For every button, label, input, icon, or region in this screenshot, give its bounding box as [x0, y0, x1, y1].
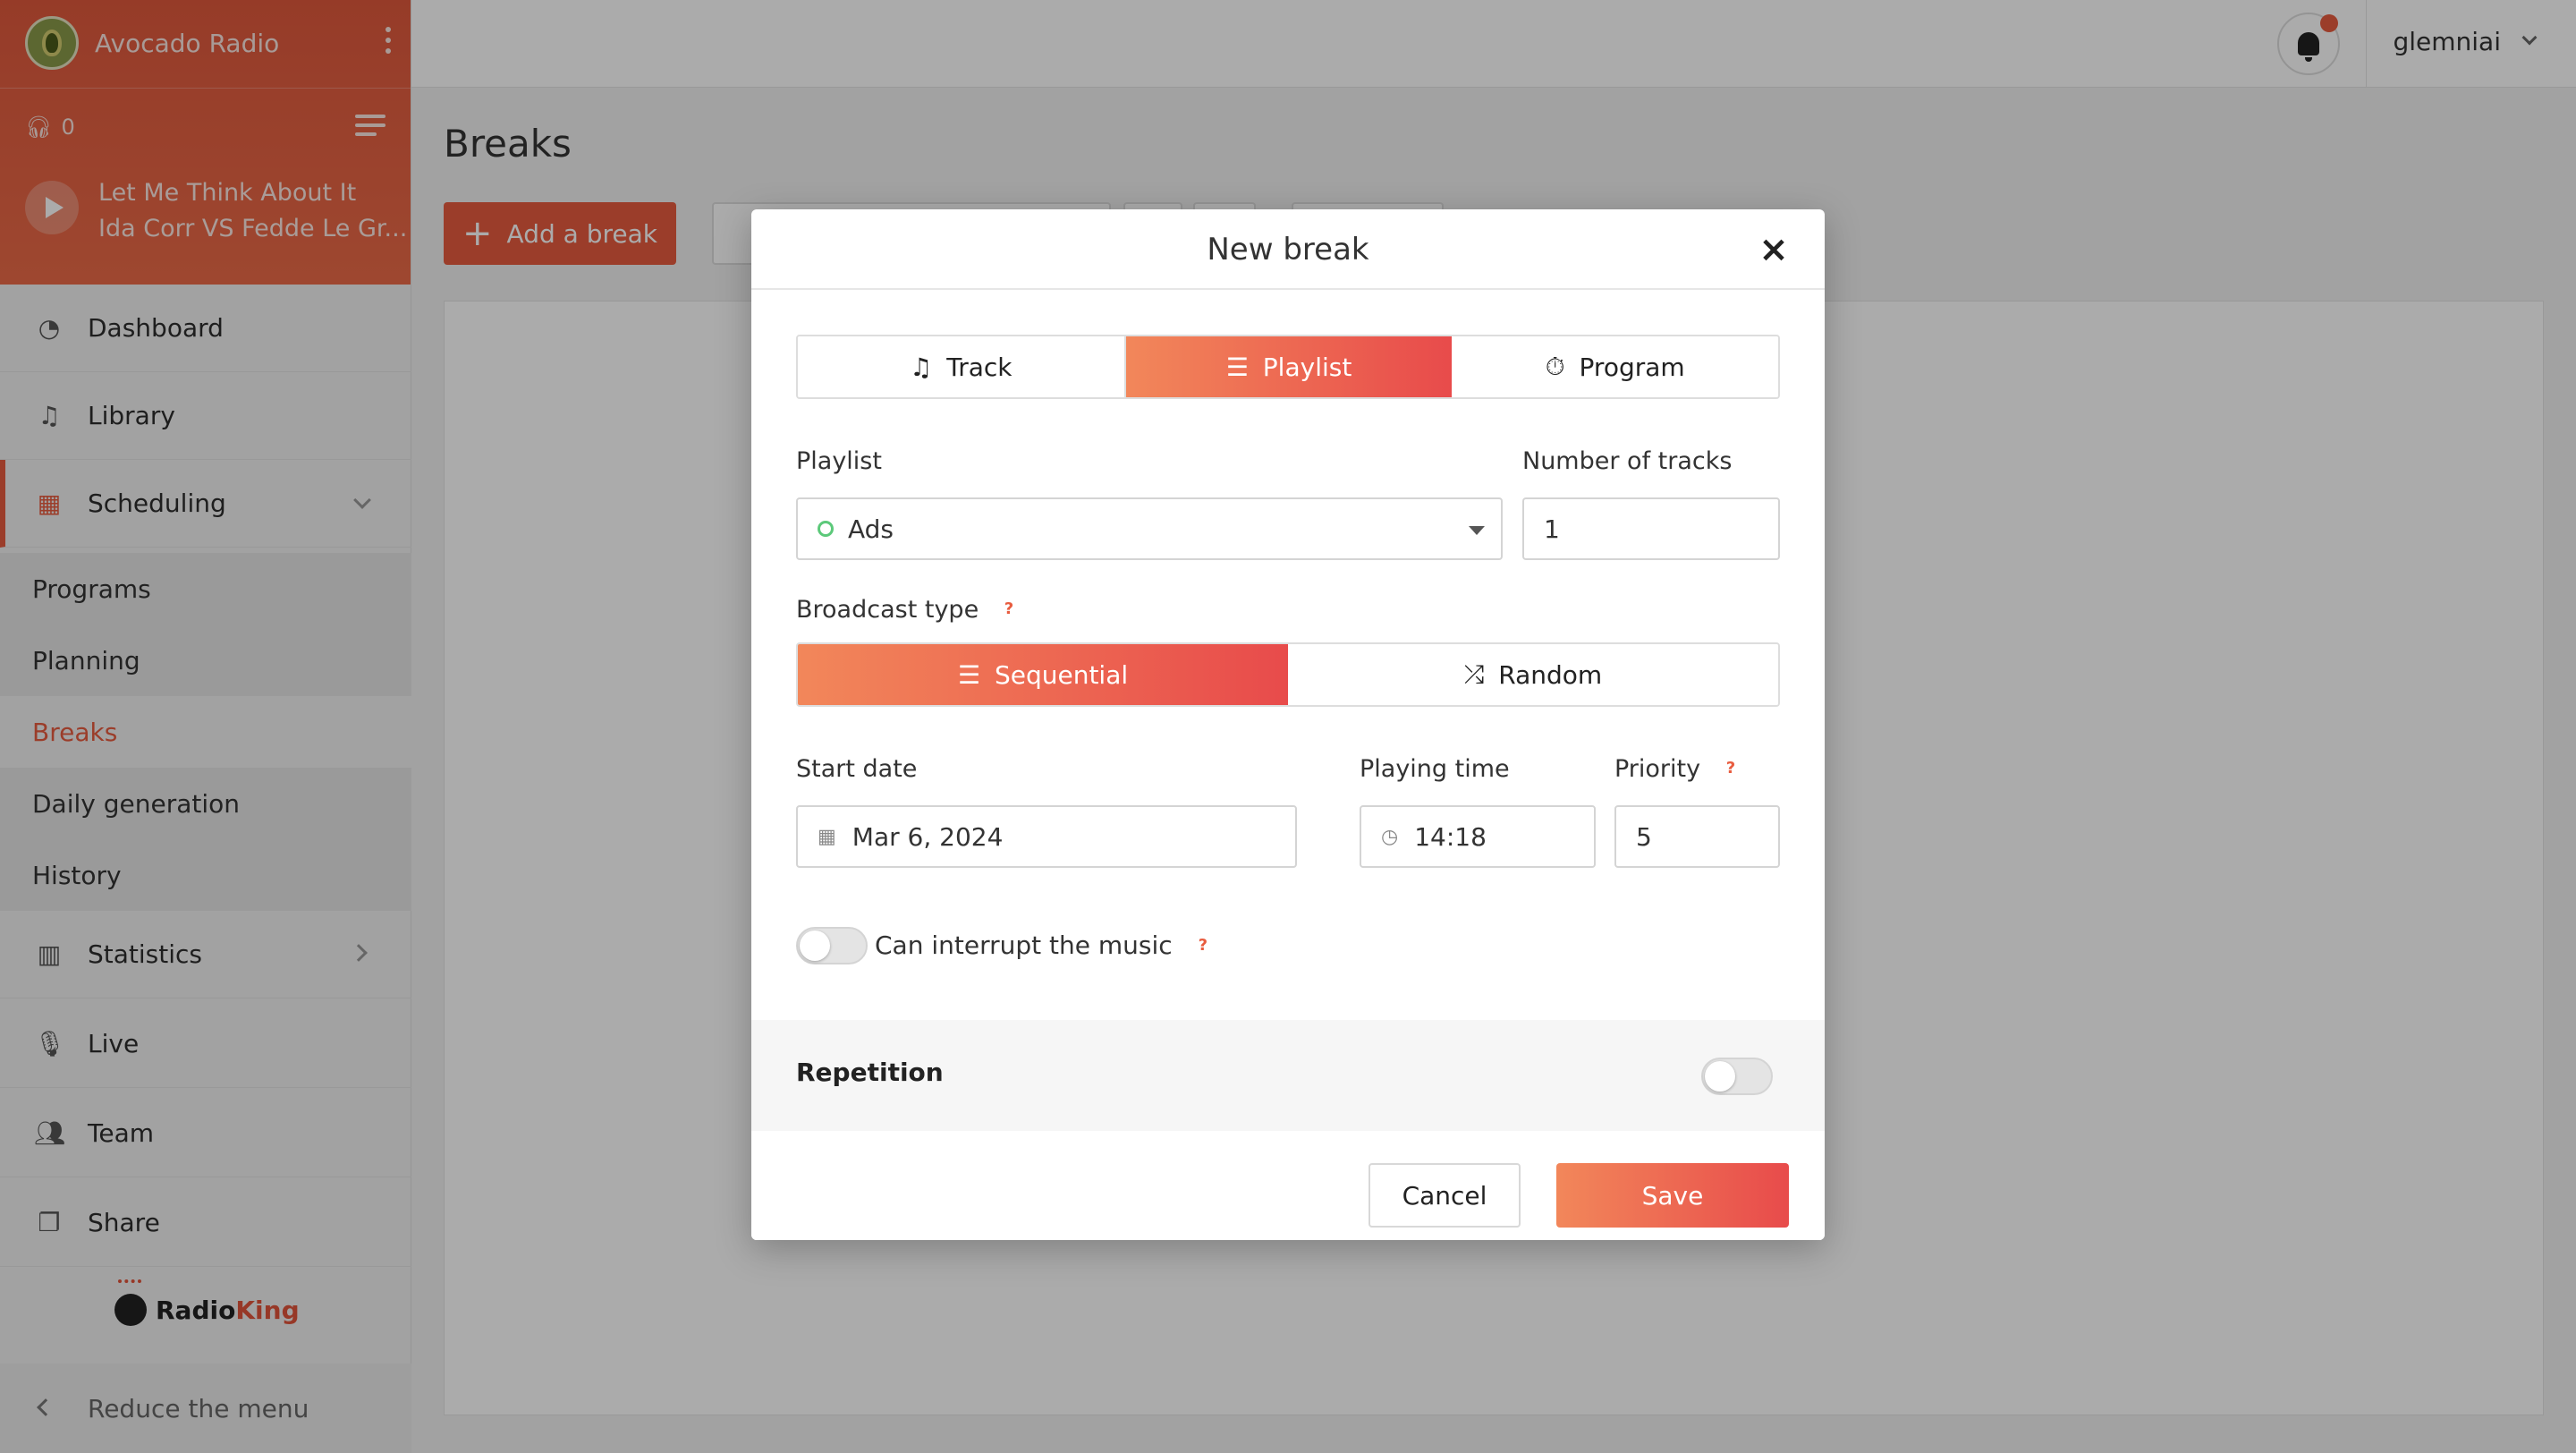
broadcast-type-label: Broadcast type ? — [796, 596, 1013, 624]
broadcast-type-text: Broadcast type — [796, 596, 979, 624]
shuffle-icon: ⤮ — [1463, 659, 1485, 689]
tab-program[interactable]: ⏱︎ Program — [1452, 336, 1778, 397]
interrupt-music-toggle[interactable] — [796, 927, 868, 964]
broadcast-type-toggle: ☰ Sequential ⤮ Random — [796, 642, 1780, 707]
cancel-button[interactable]: Cancel — [1368, 1163, 1521, 1228]
interrupt-music-label: Can interrupt the music ? — [875, 930, 1208, 960]
repetition-section: Repetition — [751, 1020, 1825, 1131]
start-date-value: Mar 6, 2024 — [852, 821, 1004, 852]
tab-label: Track — [946, 352, 1013, 382]
modal-footer: Cancel Save — [751, 1131, 1825, 1240]
modal-title: New break — [751, 209, 1825, 290]
interrupt-text: Can interrupt the music — [875, 930, 1173, 960]
priority-input[interactable]: 5 — [1614, 805, 1780, 868]
playing-time-value: 14:18 — [1414, 821, 1487, 852]
priority-text: Priority — [1614, 755, 1701, 783]
random-label: Random — [1498, 659, 1603, 690]
tab-label: Playlist — [1262, 352, 1352, 382]
sequential-label: Sequential — [994, 659, 1129, 690]
toggle-knob — [1705, 1061, 1735, 1092]
repetition-label: Repetition — [796, 1058, 944, 1087]
start-date-label: Start date — [796, 755, 918, 783]
new-break-modal: New break × ♫ Track ☰ Playlist ⏱︎ Progra… — [751, 209, 1825, 1240]
music-note-icon: ♫ — [910, 352, 933, 382]
calendar-icon: ▦ — [818, 825, 836, 848]
playlist-value: Ads — [848, 514, 894, 544]
tracks-count-input[interactable]: 1 — [1522, 497, 1780, 560]
save-button[interactable]: Save — [1556, 1163, 1789, 1228]
help-icon[interactable]: ? — [1004, 599, 1013, 618]
tab-track[interactable]: ♫ Track — [798, 336, 1126, 397]
break-type-tabs: ♫ Track ☰ Playlist ⏱︎ Program — [796, 335, 1780, 399]
help-icon[interactable]: ? — [1199, 936, 1208, 955]
playing-time-label: Playing time — [1360, 755, 1510, 783]
priority-label: Priority ? — [1614, 755, 1735, 783]
random-button[interactable]: ⤮ Random — [1288, 644, 1778, 705]
clock-icon: ◷ — [1381, 825, 1399, 848]
playlist-select[interactable]: Ads — [796, 497, 1503, 560]
tracks-label: Number of tracks — [1522, 447, 1733, 475]
tracks-value: 1 — [1544, 514, 1560, 544]
help-icon[interactable]: ? — [1726, 759, 1735, 777]
playlist-icon: ☰ — [1225, 352, 1249, 382]
start-date-input[interactable]: ▦ Mar 6, 2024 — [796, 805, 1297, 868]
stopwatch-icon: ⏱︎ — [1545, 352, 1565, 381]
playlist-label: Playlist — [796, 447, 882, 475]
caret-down-icon — [1469, 526, 1485, 535]
sequential-button[interactable]: ☰ Sequential — [798, 644, 1288, 705]
tab-playlist[interactable]: ☰ Playlist — [1125, 336, 1453, 397]
playing-time-input[interactable]: ◷ 14:18 — [1360, 805, 1596, 868]
status-dot-icon — [818, 521, 834, 537]
priority-value: 5 — [1636, 821, 1652, 852]
list-icon: ☰ — [957, 659, 980, 690]
repetition-toggle[interactable] — [1701, 1058, 1773, 1095]
tab-label: Program — [1579, 352, 1685, 382]
close-icon[interactable]: × — [1758, 232, 1789, 268]
toggle-knob — [800, 930, 830, 961]
